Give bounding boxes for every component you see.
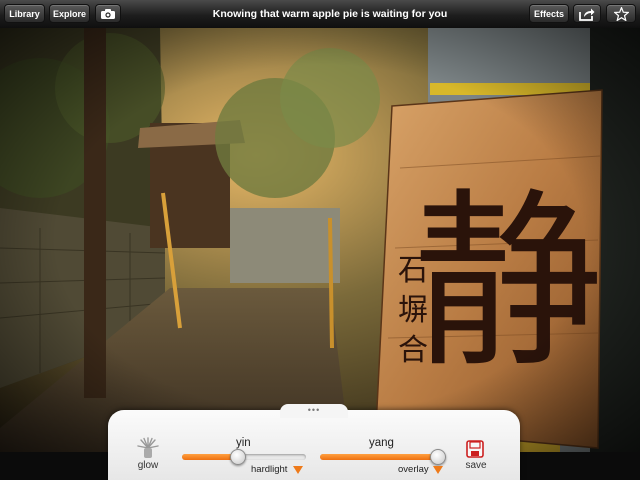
glow-label: glow	[137, 460, 159, 471]
yang-slider-fill	[320, 454, 438, 460]
effects-button[interactable]: Effects	[529, 4, 569, 23]
camera-icon	[101, 9, 115, 19]
favorite-button[interactable]	[606, 4, 636, 23]
star-icon	[612, 5, 630, 22]
yang-label: yang	[369, 437, 394, 449]
top-toolbar: Library Explore Knowing that warm apple …	[0, 0, 640, 29]
glow-icon	[137, 437, 159, 458]
camera-button[interactable]	[95, 4, 121, 23]
yin-slider-knob[interactable]	[229, 449, 246, 465]
effects-panel: ••• glow yin hardlight yang overlay save	[108, 404, 520, 480]
yang-slider-track[interactable]	[320, 454, 444, 460]
share-button[interactable]	[573, 4, 601, 23]
share-icon	[579, 8, 595, 21]
yin-blend-dropdown-icon[interactable]	[293, 466, 303, 474]
yang-slider-knob[interactable]	[429, 449, 446, 465]
yin-label: yin	[236, 437, 251, 449]
yin-blend-label[interactable]: hardlight	[251, 464, 287, 475]
page-title: Knowing that warm apple pie is waiting f…	[212, 8, 448, 20]
yang-blend-dropdown-icon[interactable]	[433, 466, 443, 474]
yang-blend-label[interactable]: overlay	[398, 464, 429, 475]
explore-button[interactable]: Explore	[49, 4, 90, 23]
photo-canvas[interactable]: 静 石 塀 合	[0, 28, 640, 452]
library-button[interactable]: Library	[4, 4, 45, 23]
drag-dots: •••	[307, 405, 321, 415]
save-label: save	[465, 460, 487, 471]
save-icon	[466, 440, 484, 458]
